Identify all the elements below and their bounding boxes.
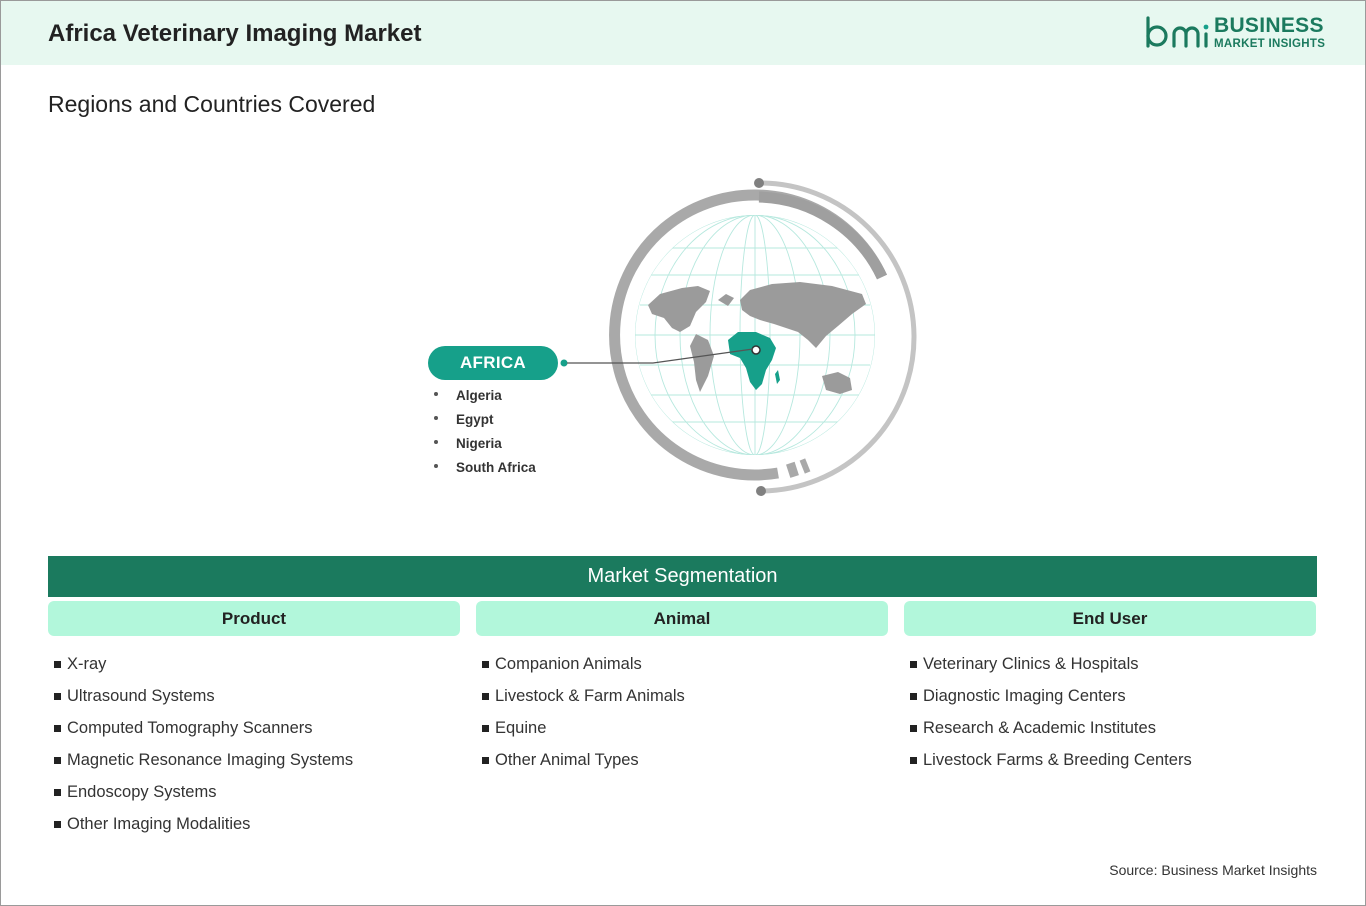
list-item: X-ray <box>48 652 353 684</box>
region-connector-line <box>560 348 754 367</box>
bullet-square-icon <box>54 661 61 668</box>
brand-wordmark: BUSINESS MARKET INSIGHTS <box>1214 15 1325 51</box>
bullet-square-icon <box>910 661 917 668</box>
bullet-square-icon <box>482 757 489 764</box>
list-item: Magnetic Resonance Imaging Systems <box>48 748 353 780</box>
bullet-square-icon <box>482 693 489 700</box>
item-label: X-ray <box>67 655 107 673</box>
item-label: Computed Tomography Scanners <box>67 719 313 737</box>
brand-line-1: BUSINESS <box>1214 14 1324 37</box>
bullet-square-icon <box>54 693 61 700</box>
bullet-square-icon <box>54 821 61 828</box>
country-name: Nigeria <box>456 436 502 451</box>
bullet-square-icon <box>482 661 489 668</box>
bullet-square-icon <box>910 757 917 764</box>
country-list: Algeria Egypt Nigeria South Africa <box>434 386 536 482</box>
bullet-square-icon <box>54 725 61 732</box>
list-item: Nigeria <box>434 434 536 458</box>
animal-list: Companion Animals Livestock & Farm Anima… <box>476 652 685 780</box>
item-label: Livestock & Farm Animals <box>495 687 685 705</box>
column-header-end-user: End User <box>904 601 1316 636</box>
bullet-square-icon <box>910 725 917 732</box>
item-label: Livestock Farms & Breeding Centers <box>923 751 1192 769</box>
list-item: Research & Academic Institutes <box>904 716 1192 748</box>
column-header-animal: Animal <box>476 601 888 636</box>
item-label: Research & Academic Institutes <box>923 719 1156 737</box>
bullet-dot-icon <box>434 464 438 469</box>
country-name: South Africa <box>456 460 536 475</box>
list-item: Companion Animals <box>476 652 685 684</box>
end-user-list: Veterinary Clinics & Hospitals Diagnosti… <box>904 652 1192 780</box>
list-item: Endoscopy Systems <box>48 780 353 812</box>
bullet-square-icon <box>910 693 917 700</box>
item-label: Ultrasound Systems <box>67 687 215 705</box>
item-label: Magnetic Resonance Imaging Systems <box>67 751 354 769</box>
item-label: Other Animal Types <box>495 751 639 769</box>
source-note: Source: Business Market Insights <box>1109 862 1317 878</box>
item-label: Diagnostic Imaging Centers <box>923 687 1126 705</box>
item-label: Equine <box>495 719 547 737</box>
item-label: Companion Animals <box>495 655 642 673</box>
brand-line-2: MARKET INSIGHTS <box>1214 38 1326 50</box>
list-item: South Africa <box>434 458 536 482</box>
list-item: Livestock Farms & Breeding Centers <box>904 748 1192 780</box>
bullet-square-icon <box>54 757 61 764</box>
list-item: Other Imaging Modalities <box>48 812 353 844</box>
bullet-dot-icon <box>434 440 438 445</box>
page-title: Africa Veterinary Imaging Market <box>48 20 422 47</box>
list-item: Veterinary Clinics & Hospitals <box>904 652 1192 684</box>
segmentation-heading: Market Segmentation <box>48 556 1317 597</box>
list-item: Other Animal Types <box>476 748 685 780</box>
region-africa-label: AFRICA <box>428 346 558 380</box>
item-label: Endoscopy Systems <box>67 783 217 801</box>
bullet-dot-icon <box>434 392 438 397</box>
list-item: Egypt <box>434 410 536 434</box>
globe-map-icon <box>609 178 917 496</box>
bullet-dot-icon <box>434 416 438 421</box>
country-name: Egypt <box>456 412 494 427</box>
item-label: Other Imaging Modalities <box>67 815 251 833</box>
list-item: Equine <box>476 716 685 748</box>
column-header-product: Product <box>48 601 460 636</box>
bullet-square-icon <box>54 789 61 796</box>
bullet-square-icon <box>482 725 489 732</box>
item-label: Veterinary Clinics & Hospitals <box>923 655 1139 673</box>
country-name: Algeria <box>456 388 502 403</box>
product-list: X-ray Ultrasound Systems Computed Tomogr… <box>48 652 353 844</box>
list-item: Computed Tomography Scanners <box>48 716 353 748</box>
list-item: Algeria <box>434 386 536 410</box>
list-item: Diagnostic Imaging Centers <box>904 684 1192 716</box>
regions-heading: Regions and Countries Covered <box>48 91 376 117</box>
list-item: Ultrasound Systems <box>48 684 353 716</box>
list-item: Livestock & Farm Animals <box>476 684 685 716</box>
